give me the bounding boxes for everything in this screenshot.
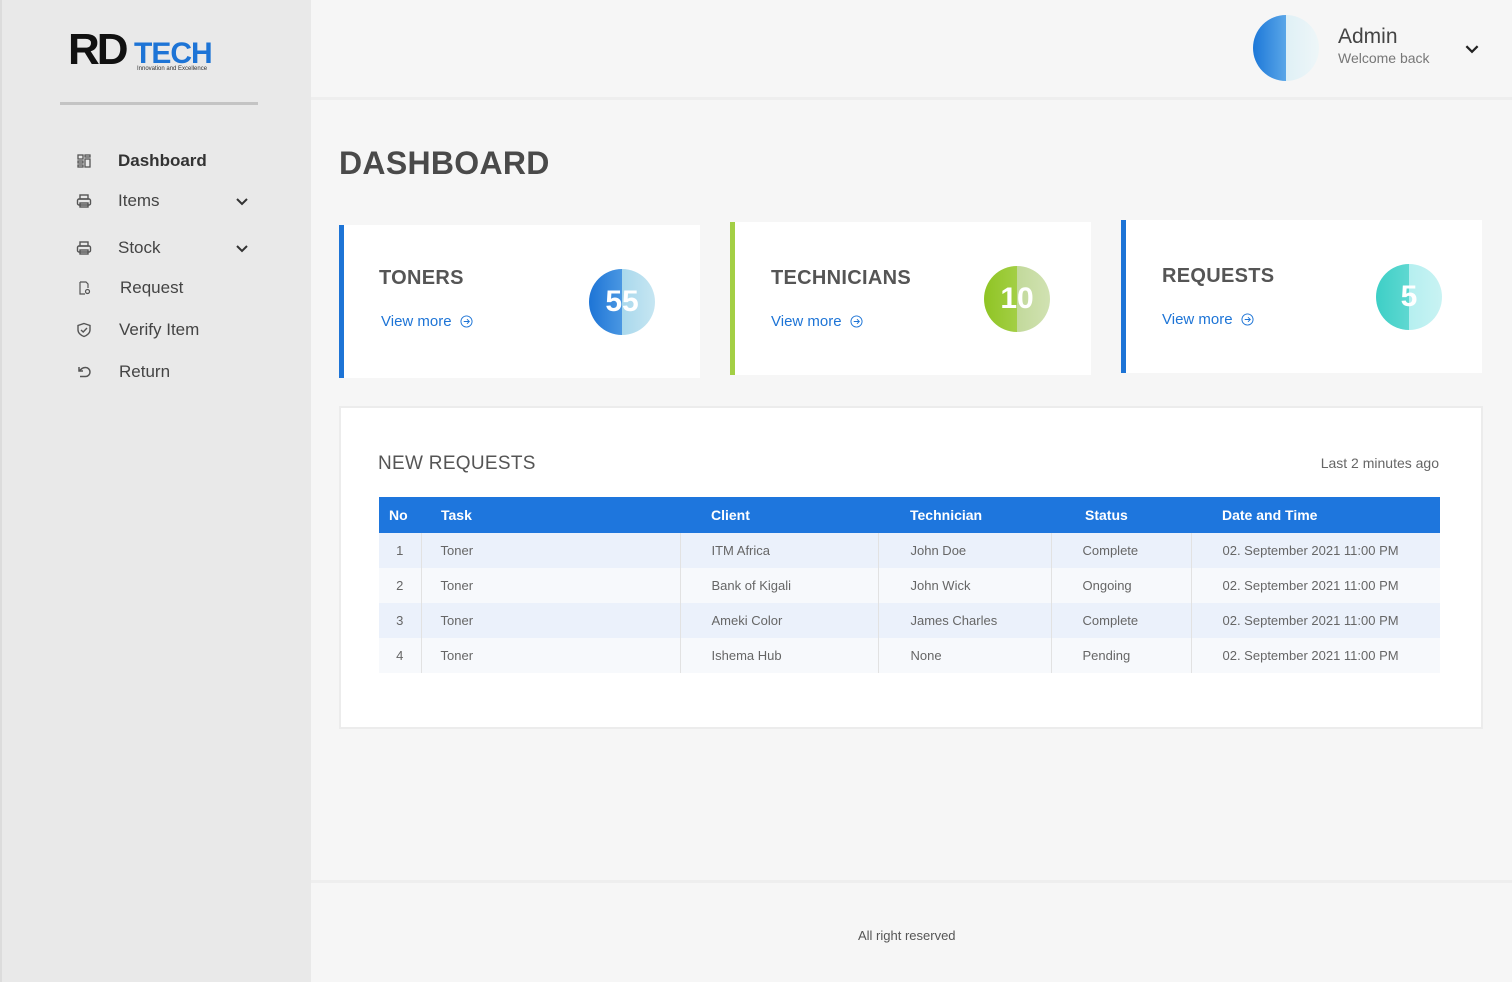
column-header[interactable]: Technician xyxy=(878,497,1051,533)
cell-datetime: 02. September 2021 11:00 PM xyxy=(1190,638,1440,673)
column-header[interactable]: Task xyxy=(421,497,680,533)
sidebar-divider xyxy=(60,102,258,105)
sidebar-item-return[interactable]: Return xyxy=(74,357,264,387)
arrow-circle-right-icon xyxy=(850,315,863,328)
cell-client: Bank of Kigali xyxy=(679,568,878,603)
cell-no: 1 xyxy=(396,543,404,558)
view-more-label: View more xyxy=(1162,311,1233,328)
user-name: Admin xyxy=(1338,25,1398,48)
chevron-down-icon[interactable] xyxy=(234,240,250,256)
user-welcome-text: Welcome back xyxy=(1338,50,1430,66)
last-updated-text: Last 2 minutes ago xyxy=(1320,455,1439,471)
requests-card: REQUESTS View more 5 xyxy=(1121,220,1482,373)
toners-count-badge: 55 xyxy=(589,269,655,335)
table-header-row: No Task Client Technician Status Date an… xyxy=(379,497,1440,533)
sidebar-item-label: Verify Item xyxy=(119,320,200,339)
sidebar-item-dashboard[interactable]: Dashboard xyxy=(74,146,264,176)
view-more-link[interactable]: View more xyxy=(771,313,863,330)
request-icon xyxy=(74,278,94,298)
sidebar-item-label: Return xyxy=(119,362,171,381)
cell-technician: James Charles xyxy=(877,603,1051,638)
cell-technician: John Wick xyxy=(877,568,1051,603)
column-header[interactable]: Status xyxy=(1051,497,1191,533)
grid-icon xyxy=(74,151,94,171)
undo-icon xyxy=(74,362,94,382)
sidebar-item-items[interactable]: Items xyxy=(74,186,264,216)
view-more-link[interactable]: View more xyxy=(1162,311,1254,328)
sidebar: RD TECH Innovation and Excellence Dashbo… xyxy=(0,0,311,982)
technicians-count-badge: 10 xyxy=(984,266,1050,332)
cell-technician: None xyxy=(877,638,1051,673)
chevron-down-icon[interactable] xyxy=(234,193,250,209)
card-accent-bar xyxy=(730,222,735,375)
card-title: REQUESTS xyxy=(1162,265,1275,287)
cell-no: 2 xyxy=(396,578,404,593)
cell-no: 3 xyxy=(396,613,404,628)
cell-client: Ishema Hub xyxy=(679,638,878,673)
cell-technician: John Doe xyxy=(877,533,1051,568)
column-header[interactable]: No xyxy=(379,497,421,533)
sidebar-item-label: Dashboard xyxy=(118,151,207,170)
chevron-down-icon[interactable] xyxy=(1463,40,1481,58)
cell-task: Toner xyxy=(420,603,680,638)
requests-count: 5 xyxy=(1400,280,1418,313)
shield-check-icon xyxy=(74,320,94,340)
view-more-link[interactable]: View more xyxy=(381,313,473,330)
printer-icon xyxy=(74,238,94,258)
card-accent-bar xyxy=(339,225,344,378)
panel-title: NEW REQUESTS xyxy=(378,453,536,474)
printer-icon xyxy=(74,191,94,211)
cell-no: 4 xyxy=(396,648,404,663)
cell-task: Toner xyxy=(420,638,680,673)
column-header[interactable]: Client xyxy=(680,497,878,533)
sidebar-item-label: Items xyxy=(118,191,160,210)
view-more-label: View more xyxy=(381,313,452,330)
avatar[interactable] xyxy=(1253,15,1319,81)
cell-client: Ameki Color xyxy=(679,603,878,638)
sidebar-item-request[interactable]: Request xyxy=(74,273,264,303)
card-title: TECHNICIANS xyxy=(771,267,911,289)
logo-tech-text: TECH xyxy=(134,37,213,70)
cell-status: Complete xyxy=(1050,603,1191,638)
logo-tagline: Innovation and Excellence xyxy=(137,66,208,72)
footer: All right reserved xyxy=(311,880,1512,982)
sidebar-item-label: Request xyxy=(120,278,184,297)
cell-task: Toner xyxy=(420,533,680,568)
card-accent-bar xyxy=(1121,220,1126,373)
cell-task: Toner xyxy=(420,568,680,603)
toners-count: 55 xyxy=(605,285,639,318)
view-more-label: View more xyxy=(771,313,842,330)
cell-datetime: 02. September 2021 11:00 PM xyxy=(1190,568,1440,603)
arrow-circle-right-icon xyxy=(1241,313,1254,326)
sidebar-item-label: Stock xyxy=(118,238,161,257)
rdtech-logo[interactable]: RD TECH Innovation and Excellence xyxy=(68,28,218,78)
table-row[interactable]: 1 Toner ITM Africa John Doe Complete 02.… xyxy=(379,533,1440,568)
cell-status: Ongoing xyxy=(1050,568,1191,603)
cell-datetime: 02. September 2021 11:00 PM xyxy=(1190,533,1440,568)
page-title: DASHBOARD xyxy=(339,145,550,181)
table-row[interactable]: 4 Toner Ishema Hub None Pending 02. Sept… xyxy=(379,638,1440,673)
column-header[interactable]: Date and Time xyxy=(1191,497,1440,533)
table-row[interactable]: 3 Toner Ameki Color James Charles Comple… xyxy=(379,603,1440,638)
technicians-card: TECHNICIANS View more 10 xyxy=(730,222,1091,375)
cell-status: Pending xyxy=(1050,638,1191,673)
sidebar-item-stock[interactable]: Stock xyxy=(74,233,264,263)
new-requests-panel: NEW REQUESTS Last 2 minutes ago No Task … xyxy=(339,406,1483,729)
toners-card: TONERS View more 55 xyxy=(339,225,700,378)
table-row[interactable]: 2 Toner Bank of Kigali John Wick Ongoing… xyxy=(379,568,1440,603)
logo-rd-text: RD xyxy=(68,25,129,74)
arrow-circle-right-icon xyxy=(460,315,473,328)
top-bar: Admin Welcome back xyxy=(311,0,1512,100)
requests-table: No Task Client Technician Status Date an… xyxy=(379,497,1440,673)
requests-count-badge: 5 xyxy=(1376,264,1442,330)
sidebar-item-verify-item[interactable]: Verify Item xyxy=(74,315,264,345)
cell-datetime: 02. September 2021 11:00 PM xyxy=(1190,603,1440,638)
card-title: TONERS xyxy=(379,267,464,289)
cell-status: Complete xyxy=(1050,533,1191,568)
technicians-count: 10 xyxy=(1000,282,1034,315)
footer-text: All right reserved xyxy=(858,928,956,943)
cell-client: ITM Africa xyxy=(679,533,878,568)
